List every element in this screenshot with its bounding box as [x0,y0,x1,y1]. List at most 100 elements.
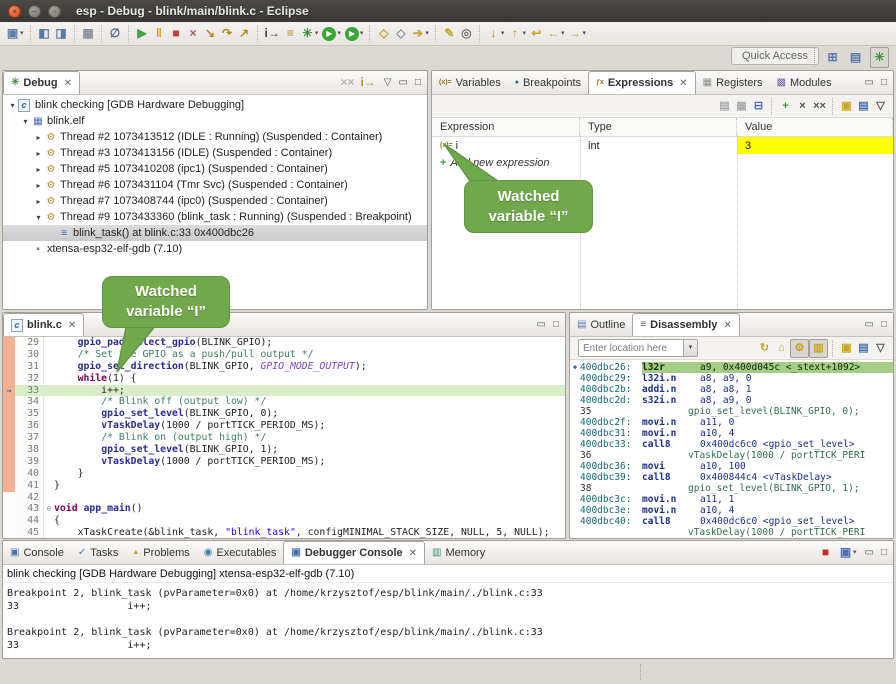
debug-perspective-button[interactable]: ✳ [870,47,889,68]
suspend-button[interactable]: ‖ [151,24,168,43]
skip-breakpoints-button[interactable]: ∅ [107,24,124,43]
dropdown-arrow-icon[interactable]: ▾ [425,24,429,43]
debug-tree-item[interactable]: ▸⚙Thread #3 1073413156 (IDLE) (Suspended… [3,145,427,161]
debug-tree-item[interactable]: ▸⚙Thread #2 1073413512 (IDLE : Running) … [3,129,427,145]
debug-tree-item[interactable]: ▸⚙Thread #5 1073410208 (ipc1) (Suspended… [3,161,427,177]
code-line[interactable]: 34 /* Blink off (output low) */ [3,396,565,408]
save-all-button[interactable]: ◨ [53,24,70,43]
code-line[interactable]: 37 /* Blink on (output high) */ [3,432,565,444]
run-history-button[interactable]: ▶▾ [320,24,343,43]
disassembly-line[interactable]: 38gpio_set_level(BLINK_GPIO, 1); [570,483,893,494]
minimize-view-icon[interactable]: ▭ [399,78,408,88]
step-into-button[interactable]: ↘ [202,24,219,43]
step-filters-button[interactable]: ≡ [282,24,299,43]
debug-tree-item[interactable]: ▪xtensa-esp32-elf-gdb (7.10) [3,241,427,257]
cpp-perspective-button[interactable]: ▤ [847,48,864,67]
tab-expressions[interactable]: ƒxExpressions✕ [588,71,696,94]
disconnect-button[interactable]: × [185,24,202,43]
disassembly-line[interactable]: 400dbc33:call80x400dc6c0 <gpio_set_level… [570,439,893,450]
show-type-names-button[interactable]: ▤ [716,98,733,115]
maximize-view-icon[interactable]: □ [881,320,887,330]
tab-breakpoints[interactable]: ●Breakpoints [508,71,588,94]
last-edit-location-button[interactable]: ↩ [528,24,545,43]
column-header-expression[interactable]: Expression [432,118,580,136]
expand-arrow-icon[interactable]: ▸ [33,149,44,158]
build-button[interactable]: ▦ [80,24,97,43]
close-icon[interactable]: ✕ [64,78,72,89]
resume-button[interactable]: ▶ [134,24,151,43]
code-line[interactable]: 32 while(1) { [3,373,565,385]
display-selected-console-button[interactable]: ▣▾ [837,543,859,562]
code-line[interactable]: 43⊖void app_main() [3,503,565,515]
code-line[interactable]: →33 i++; [3,385,565,397]
dropdown-arrow-icon[interactable]: ▾ [582,24,586,43]
expand-arrow-icon[interactable]: ▸ [33,197,44,206]
window-maximize-button[interactable]: ▫ [48,5,61,18]
code-editor[interactable]: 29 gpio_pad_select_gpio(BLINK_GPIO);30 /… [3,337,565,539]
code-line[interactable]: 29 gpio_pad_select_gpio(BLINK_GPIO); [3,337,565,349]
disassembly-line[interactable]: 400dbc2d:s32i.na8, a9, 0 [570,395,893,406]
view-menu-icon[interactable]: ▽ [384,78,392,88]
dropdown-arrow-icon[interactable]: ▾ [360,24,364,43]
remove-expression-button[interactable]: × [794,98,811,115]
disassembly-line[interactable]: 400dbc40:call80x400dc6c0 <gpio_set_level… [570,516,893,527]
expand-arrow-icon[interactable]: ▸ [33,181,44,190]
maximize-view-icon[interactable]: □ [415,78,421,88]
tab-executables[interactable]: ◉Executables [197,541,284,564]
code-line[interactable]: 40 } [3,468,565,480]
tab-outline[interactable]: ▤Outline [570,313,632,336]
maximize-view-icon[interactable]: □ [881,548,887,558]
disassembly-line[interactable]: vTaskDelay(1000 / portTICK_PERI [570,527,893,538]
dropdown-arrow-icon[interactable]: ▾ [315,24,319,43]
flash-button[interactable]: ➔▾ [409,24,431,43]
search-button[interactable]: ◎ [458,24,475,43]
forward-button[interactable]: →▾ [566,24,588,43]
dropdown-arrow-icon[interactable]: ▾ [501,24,505,43]
dropdown-arrow-icon[interactable]: ▾ [853,543,857,562]
remove-terminated-button[interactable]: ×× [338,73,356,92]
code-line[interactable]: 45 xTaskCreate(&blink_task, "blink_task"… [3,527,565,539]
terminate-button[interactable]: ■ [168,24,185,43]
view-menu-button[interactable]: ▽ [872,340,889,357]
open-element-button[interactable]: ◇ [375,24,392,43]
previous-annotation-button[interactable]: ↑▾ [506,24,528,43]
terminate-console-button[interactable]: ■ [817,543,834,562]
save-button[interactable]: ◧ [36,24,53,43]
column-header-value[interactable]: Value [737,118,893,136]
column-header-type[interactable]: Type [580,118,737,136]
close-icon[interactable]: ✕ [679,78,687,89]
combo-dropdown-icon[interactable]: ▾ [683,340,697,356]
go-home-button[interactable]: ⌂ [773,340,790,357]
tab-blink-c[interactable]: cblink.c✕ [3,313,84,336]
close-icon[interactable]: ✕ [68,320,76,331]
new-view-button[interactable]: ▣ [838,340,855,357]
expand-arrow-icon[interactable]: ▸ [33,165,44,174]
open-perspective-button[interactable]: ⊞ [824,48,841,67]
disassembly-line[interactable]: 400dbc39:call80x400844c4 <vTaskDelay> [570,472,893,483]
expand-arrow-icon[interactable]: ▾ [33,213,44,222]
code-line[interactable]: 36 vTaskDelay(1000 / portTICK_PERIOD_MS)… [3,420,565,432]
disassembly-line[interactable]: 400dbc31:movi.na10, 4 [570,428,893,439]
disassembly-line[interactable]: 400dbc3e:movi.na10, 4 [570,505,893,516]
code-line[interactable]: 35 gpio_set_level(BLINK_GPIO, 0); [3,408,565,420]
back-button[interactable]: ←▾ [545,24,567,43]
dropdown-arrow-icon[interactable]: ▾ [522,24,526,43]
disassembly-line[interactable]: 400dbc3c:movi.na11, 1 [570,494,893,505]
expression-value[interactable]: 3 [737,137,893,154]
fold-marker-icon[interactable]: ⊖ [44,503,54,515]
quick-access-box[interactable]: Quick Access [731,47,819,65]
instruction-stepping-button[interactable]: i→ [263,24,282,43]
tab-problems[interactable]: ▲Problems [125,541,196,564]
view-menu-button[interactable]: ▽ [872,98,889,115]
collapse-all-button[interactable]: ⊟ [750,98,767,115]
disassembly-line[interactable]: 400dbc2b:addi.na8, a8, 1 [570,384,893,395]
new-view-button[interactable]: ▣ [838,98,855,115]
dropdown-arrow-icon[interactable]: ▾ [561,24,565,43]
debug-tree-item[interactable]: ▾▦blink.elf [3,113,427,129]
debug-tree-item[interactable]: ▸⚙Thread #6 1073431104 (Tmr Svc) (Suspen… [3,177,427,193]
code-line[interactable]: 31 gpio_set_direction(BLINK_GPIO, GPIO_M… [3,361,565,373]
next-annotation-button[interactable]: ↓▾ [485,24,507,43]
tab-modules[interactable]: ▩Modules [770,71,839,94]
tab-memory[interactable]: ▥Memory [425,541,492,564]
debug-history-button[interactable]: ✳▾ [299,24,321,43]
